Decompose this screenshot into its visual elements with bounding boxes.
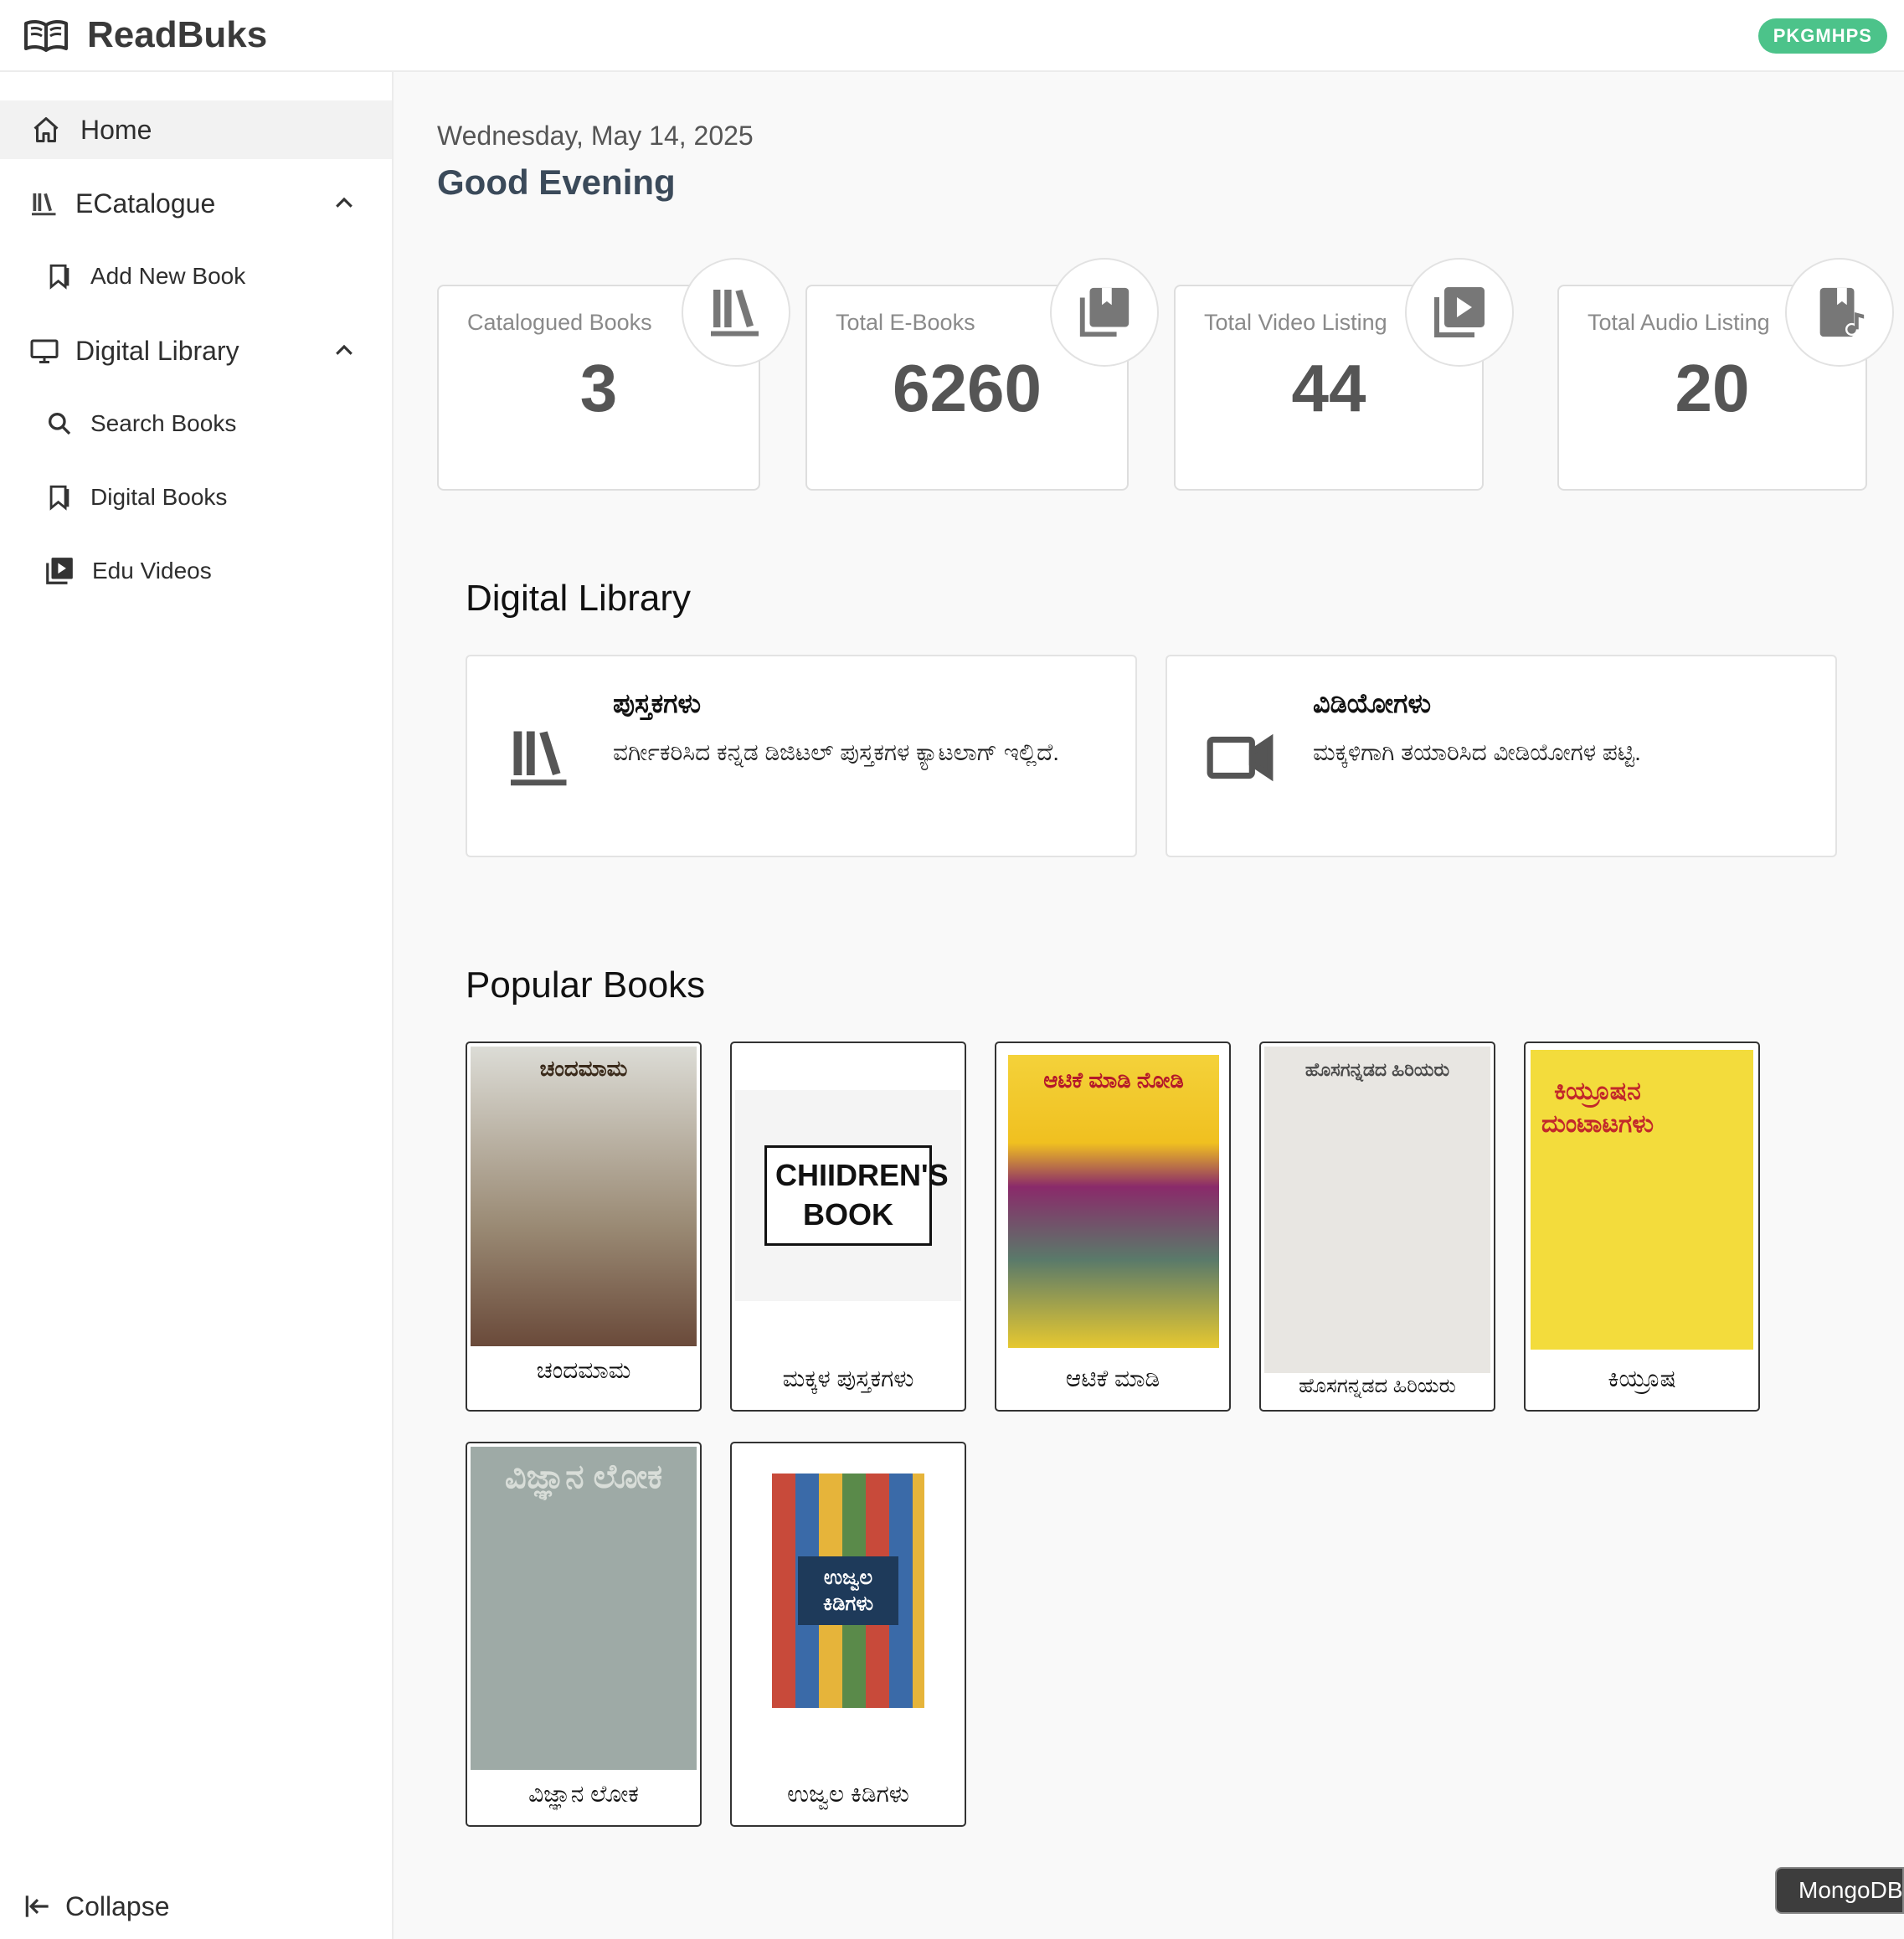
mongodb-badge[interactable]: MongoDB [1775,1867,1904,1914]
chevron-up-icon[interactable] [332,191,357,216]
top-bar: ReadBuks PKGMHPS [0,0,1904,72]
current-date: Wednesday, May 14, 2025 [437,121,754,151]
collapse-label: Collapse [65,1890,170,1921]
stat-card-total-video-listing[interactable]: Total Video Listing 44 [1174,258,1514,491]
library-books-icon [504,722,576,794]
book-cover: CHIIDREN'S BOOK [735,1090,961,1301]
video-camera-icon [1204,722,1276,794]
sidebar-item-label: Home [80,114,152,145]
app-name: ReadBuks [87,14,268,55]
stat-card-catalogued-books[interactable]: Catalogued Books 3 [437,258,790,491]
search-icon [44,408,75,440]
card-title: ವಿಡಿಯೋಗಳು [1313,688,1431,718]
card-title: ಪುಸ್ತಕಗಳು [613,688,702,718]
stat-icon-badge [682,258,790,367]
book-cover: ಕಿಯ್ರೂಷನ ದುಂಟಾಟಗಳು [1531,1050,1753,1350]
cover-text: ಆಟಿಕೆ ಮಾಡಿ ನೋಡಿ [1043,1067,1184,1093]
video-library-icon [44,555,75,587]
home-icon [30,114,62,146]
book-card[interactable]: ವಿಜ್ಞಾನ ಲೋಕ ವಿಜ್ಞಾನ ಲೋಕ [466,1442,702,1827]
sidebar-item-label: Edu Videos [92,558,212,584]
cover-text: ಕಿಯ್ರೂಷನ ದುಂಟಾಟಗಳು [1541,1078,1654,1138]
stat-value: 6260 [893,351,1042,425]
sidebar-item-label: Search Books [90,410,237,436]
book-title: ಆಟಿಕೆ ಮಾಡಿ [1065,1366,1160,1391]
popular-books-heading: Popular Books [466,964,706,1006]
sidebar-item-label: Digital Books [90,484,228,510]
sidebar-item-search-books[interactable]: Search Books [0,397,392,450]
sidebar-item-digital-library[interactable]: Digital Library [0,321,392,380]
digital-library-heading: Digital Library [466,578,691,619]
stat-icon-badge [1405,258,1514,367]
monitor-icon [28,335,60,367]
app-logo[interactable]: ReadBuks [23,14,267,56]
stat-card-total-audio-listing[interactable]: Total Audio Listing 20 [1557,258,1894,491]
collapse-arrow-icon [25,1895,49,1917]
book-title: ಹೊಸಗನ್ನಡದ ಹಿರಿಯರು [1299,1375,1456,1397]
school-badge[interactable]: PKGMHPS [1757,18,1887,54]
chevron-up-icon[interactable] [332,338,357,363]
cover-text: ವಿಜ್ಞಾನ ಲೋಕ [504,1458,663,1495]
library-books-icon [28,188,60,219]
main-content: Wednesday, May 14, 2025 Good Evening Cat… [394,72,1904,1939]
stat-label: Total Audio Listing [1588,310,1770,335]
book-cover: ಹೊಸಗನ್ನಡದ ಹಿರಿಯರು [1264,1047,1490,1373]
book-cover: ಉಜ್ವಲ ಕಿಡಿಗಳು [772,1474,924,1708]
book-card[interactable]: ಹೊಸಗನ್ನಡದ ಹಿರಿಯರು ಹೊಸಗನ್ನಡದ ಹಿರಿಯರು [1259,1042,1495,1412]
book-cover: ವಿಜ್ಞಾನ ಲೋಕ [471,1447,697,1770]
stat-icon-badge [1050,258,1159,367]
book-card[interactable]: ಕಿಯ್ರೂಷನ ದುಂಟಾಟಗಳು ಕಿಯ್ರೂಷ [1524,1042,1760,1412]
book-card[interactable]: ಚಂದಮಾಮ ಚಂದಮಾಮ [466,1042,702,1412]
stat-label: Total E-Books [836,310,975,335]
book-card[interactable]: ಉಜ್ವಲ ಕಿಡಿಗಳು ಉಜ್ವಲ ಕಿಡಿಗಳು [730,1442,966,1827]
sidebar-item-edu-videos[interactable]: Edu Videos [0,544,392,598]
book-cover: ಚಂದಮಾಮ [471,1047,697,1346]
stat-icon-badge [1785,258,1894,367]
bookmark-icon [44,481,75,513]
books-stack-icon [1079,287,1130,337]
stat-label: Catalogued Books [467,310,652,335]
sidebar-item-ecatalogue[interactable]: ECatalogue [0,174,392,233]
digital-library-card-books[interactable]: ಪುಸ್ತಕಗಳು ವರ್ಗೀಕರಿಸಿದ ಕನ್ನಡ ಡಿಜಿಟಲ್ ಪುಸ್… [466,655,1137,857]
stat-label: Total Video Listing [1204,310,1387,335]
sidebar-item-home[interactable]: Home [0,100,392,159]
card-description: ವರ್ಗೀಕರಿಸಿದ ಕನ್ನಡ ಡಿಜಿಟಲ್ ಪುಸ್ತಕಗಳ ಕ್ಯಾಟ… [613,739,1060,765]
sidebar-item-label: Digital Library [75,335,239,366]
sidebar: Home ECatalogue Add New Book Digital Lib… [0,72,394,1939]
digital-library-card-videos[interactable]: ವಿಡಿಯೋಗಳು ಮಕ್ಕಳಿಗಾಗಿ ತಯಾರಿಸಿದ ವೀಡಿಯೋಗಳ ಪ… [1166,655,1837,857]
book-card[interactable]: ಆಟಿಕೆ ಮಾಡಿ ನೋಡಿ ಆಟಿಕೆ ಮಾಡಿ [995,1042,1231,1412]
cover-text: ಚಂದಮಾಮ [539,1056,628,1081]
card-description: ಮಕ್ಕಳಿಗಾಗಿ ತಯಾರಿಸಿದ ವೀಡಿಯೋಗಳ ಪಟ್ಟಿ. [1313,739,1641,765]
sidebar-item-add-new-book[interactable]: Add New Book [0,249,392,303]
book-title: ಉಜ್ವಲ ಕಿಡಿಗಳು [787,1781,909,1807]
book-title: ಕಿಯ್ರೂಷ [1608,1366,1676,1391]
open-book-icon [24,19,68,52]
sidebar-item-label: Add New Book [90,263,246,289]
book-card[interactable]: CHIIDREN'S BOOK ಮಕ್ಕಳ ಪುಸ್ತಕಗಳು [730,1042,966,1412]
book-cover: ಆಟಿಕೆ ಮಾಡಿ ನೋಡಿ [1008,1055,1219,1348]
sidebar-item-label: ECatalogue [75,188,216,219]
video-library-icon [1434,287,1485,337]
book-title: ವಿಜ್ಞಾನ ಲೋಕ [528,1781,639,1807]
cover-text: CHIIDREN'S BOOK [764,1145,949,1246]
library-books-icon [711,290,759,337]
cover-text: ಉಜ್ವಲ ಕಿಡಿಗಳು [798,1556,898,1626]
greeting: Good Evening [437,162,676,202]
bookmark-icon [44,260,75,292]
audio-book-icon [1819,287,1865,337]
stat-value: 3 [579,351,618,425]
stat-card-total-ebooks[interactable]: Total E-Books 6260 [805,258,1159,491]
sidebar-item-digital-books[interactable]: Digital Books [0,471,392,524]
collapse-button[interactable]: Collapse [22,1890,170,1922]
book-title: ಚಂದಮಾಮ [536,1357,631,1383]
book-title: ಮಕ್ಕಳ ಪುಸ್ತಕಗಳು [782,1366,914,1391]
cover-text: ಹೊಸಗನ್ನಡದ ಹಿರಿಯರು [1304,1059,1450,1080]
